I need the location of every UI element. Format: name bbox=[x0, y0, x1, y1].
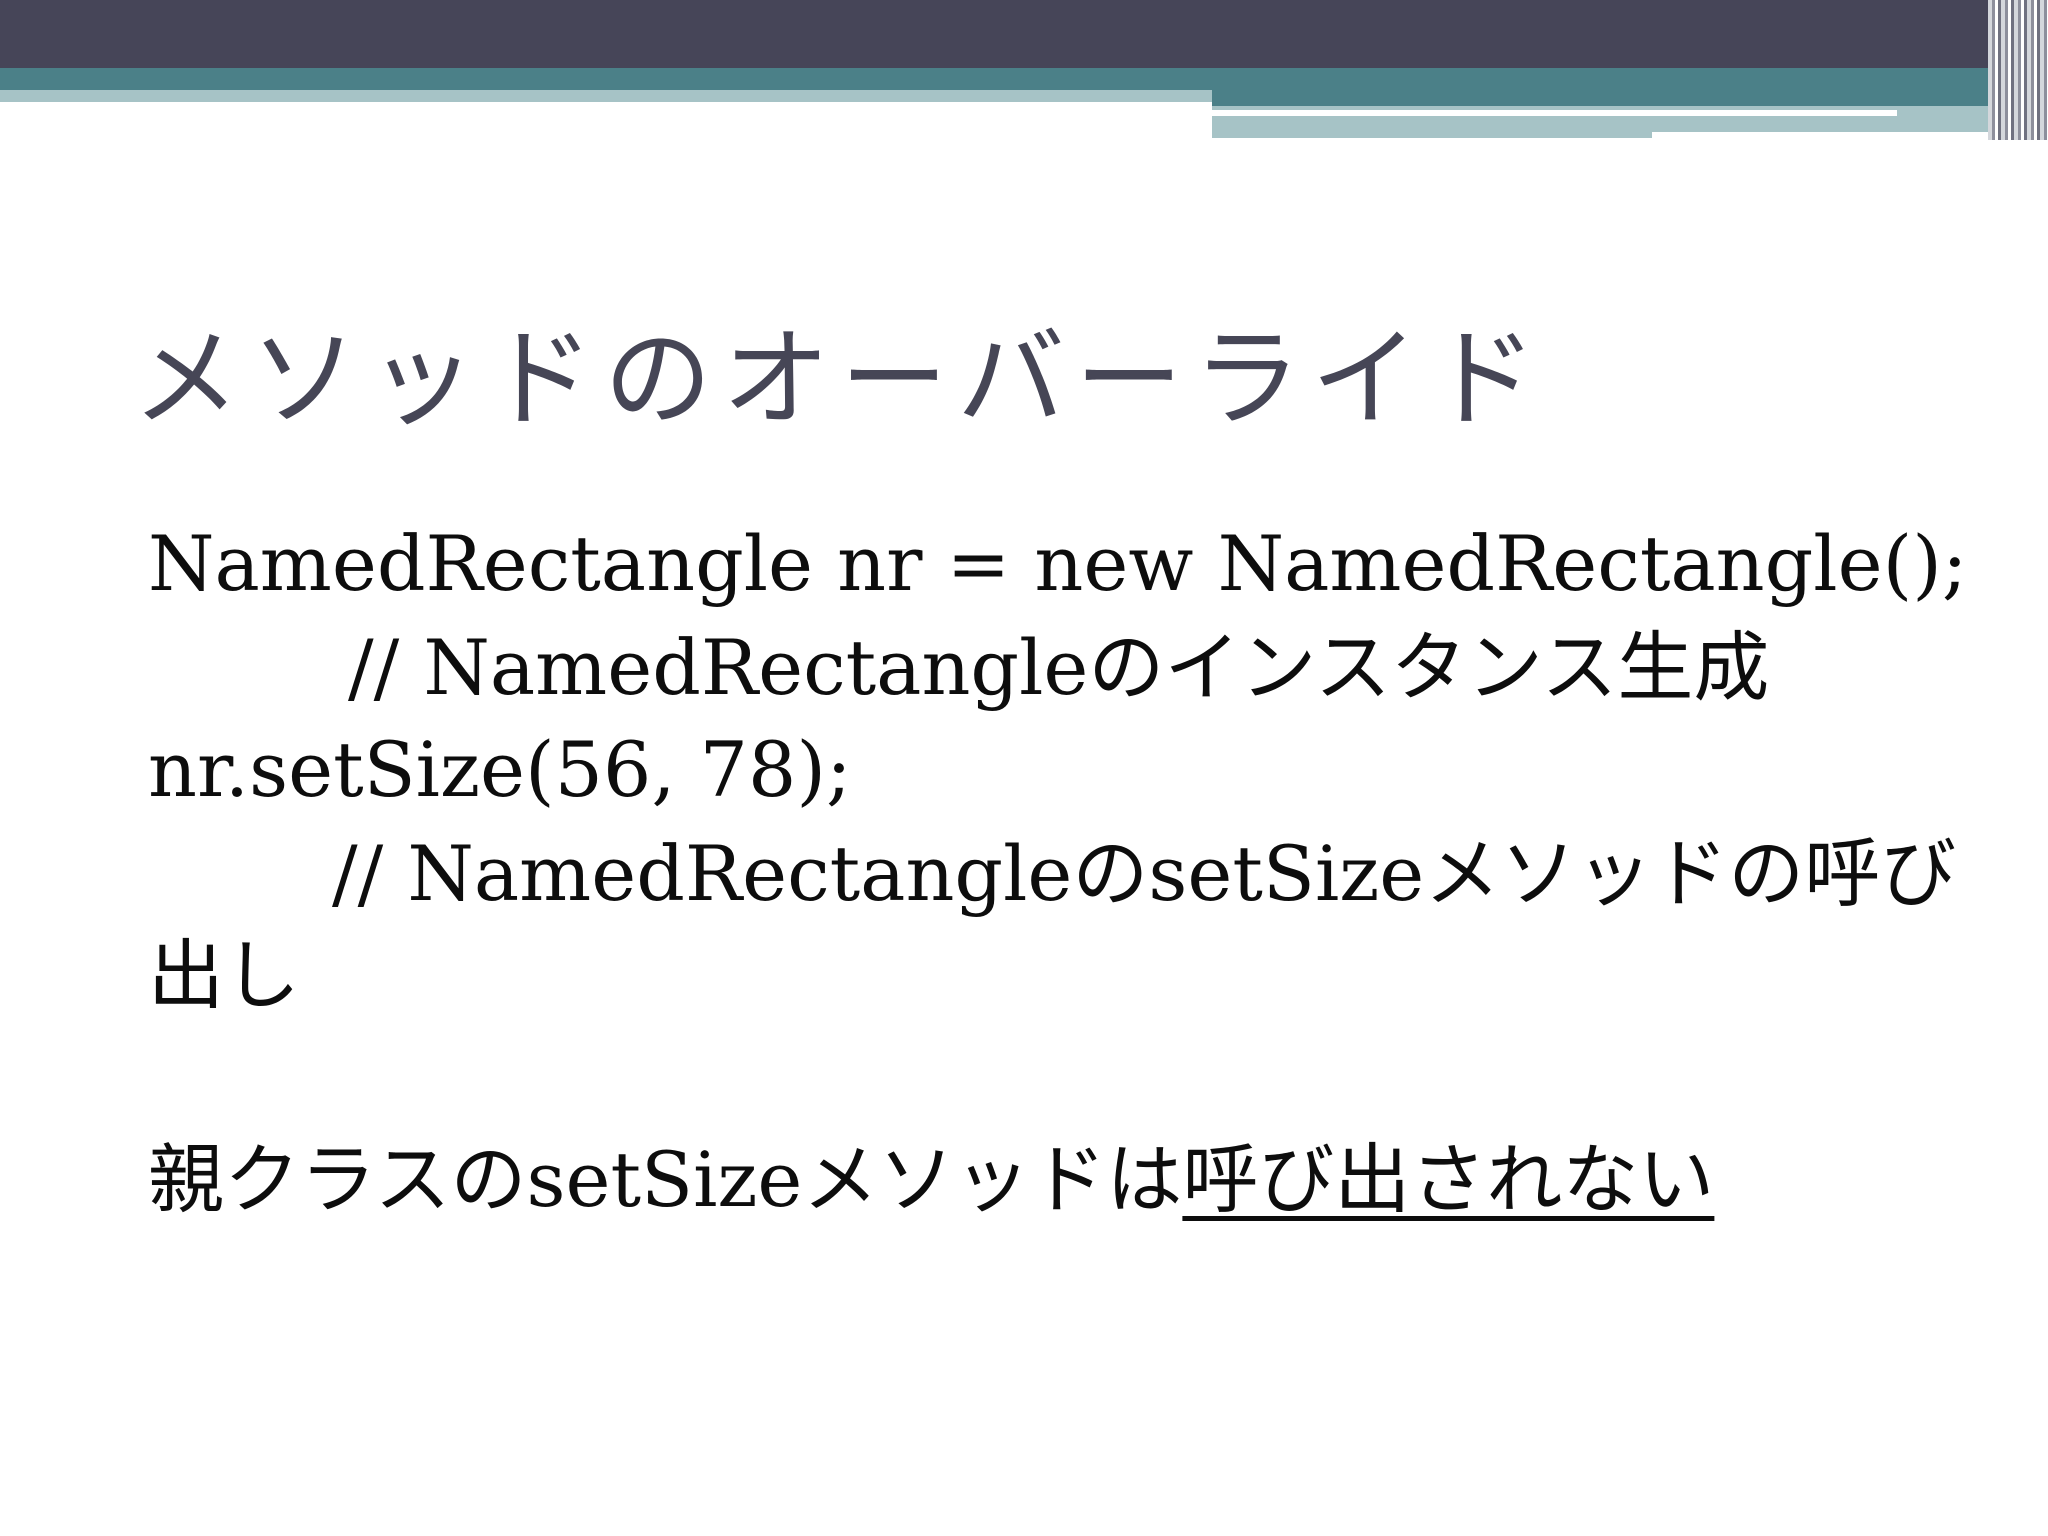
header-band-dark bbox=[0, 0, 2048, 68]
header-band-light-left bbox=[0, 90, 1212, 102]
header-white-line bbox=[1212, 110, 1897, 116]
slide: メソッドのオーバーライド NamedRectangle nr = new Nam… bbox=[0, 0, 2048, 1536]
conclusion-line: 親クラスのsetSizeメソッドは呼び出されない bbox=[148, 1134, 1714, 1225]
comment-line-setsize-call: // NamedRectangleのsetSizeメソッドの呼び bbox=[332, 829, 1957, 918]
header-band-teal-right bbox=[1212, 90, 2048, 106]
conclusion-underlined-text: 呼び出されない bbox=[1182, 1135, 1715, 1224]
slide-title: メソッドのオーバーライド bbox=[132, 317, 1547, 442]
code-line-setsize-call: nr.setSize(56, 78); bbox=[148, 725, 852, 814]
header-band-teal bbox=[0, 68, 2048, 90]
comment-line-instantiation: // NamedRectangleのインスタンス生成 bbox=[348, 623, 1770, 712]
comment-line-continuation: 出し bbox=[148, 931, 300, 1020]
code-line-instantiation: NamedRectangle nr = new NamedRectangle()… bbox=[148, 519, 1968, 608]
conclusion-text: 親クラスのsetSizeメソッドは bbox=[148, 1135, 1183, 1224]
header-stripes bbox=[1988, 0, 2048, 140]
